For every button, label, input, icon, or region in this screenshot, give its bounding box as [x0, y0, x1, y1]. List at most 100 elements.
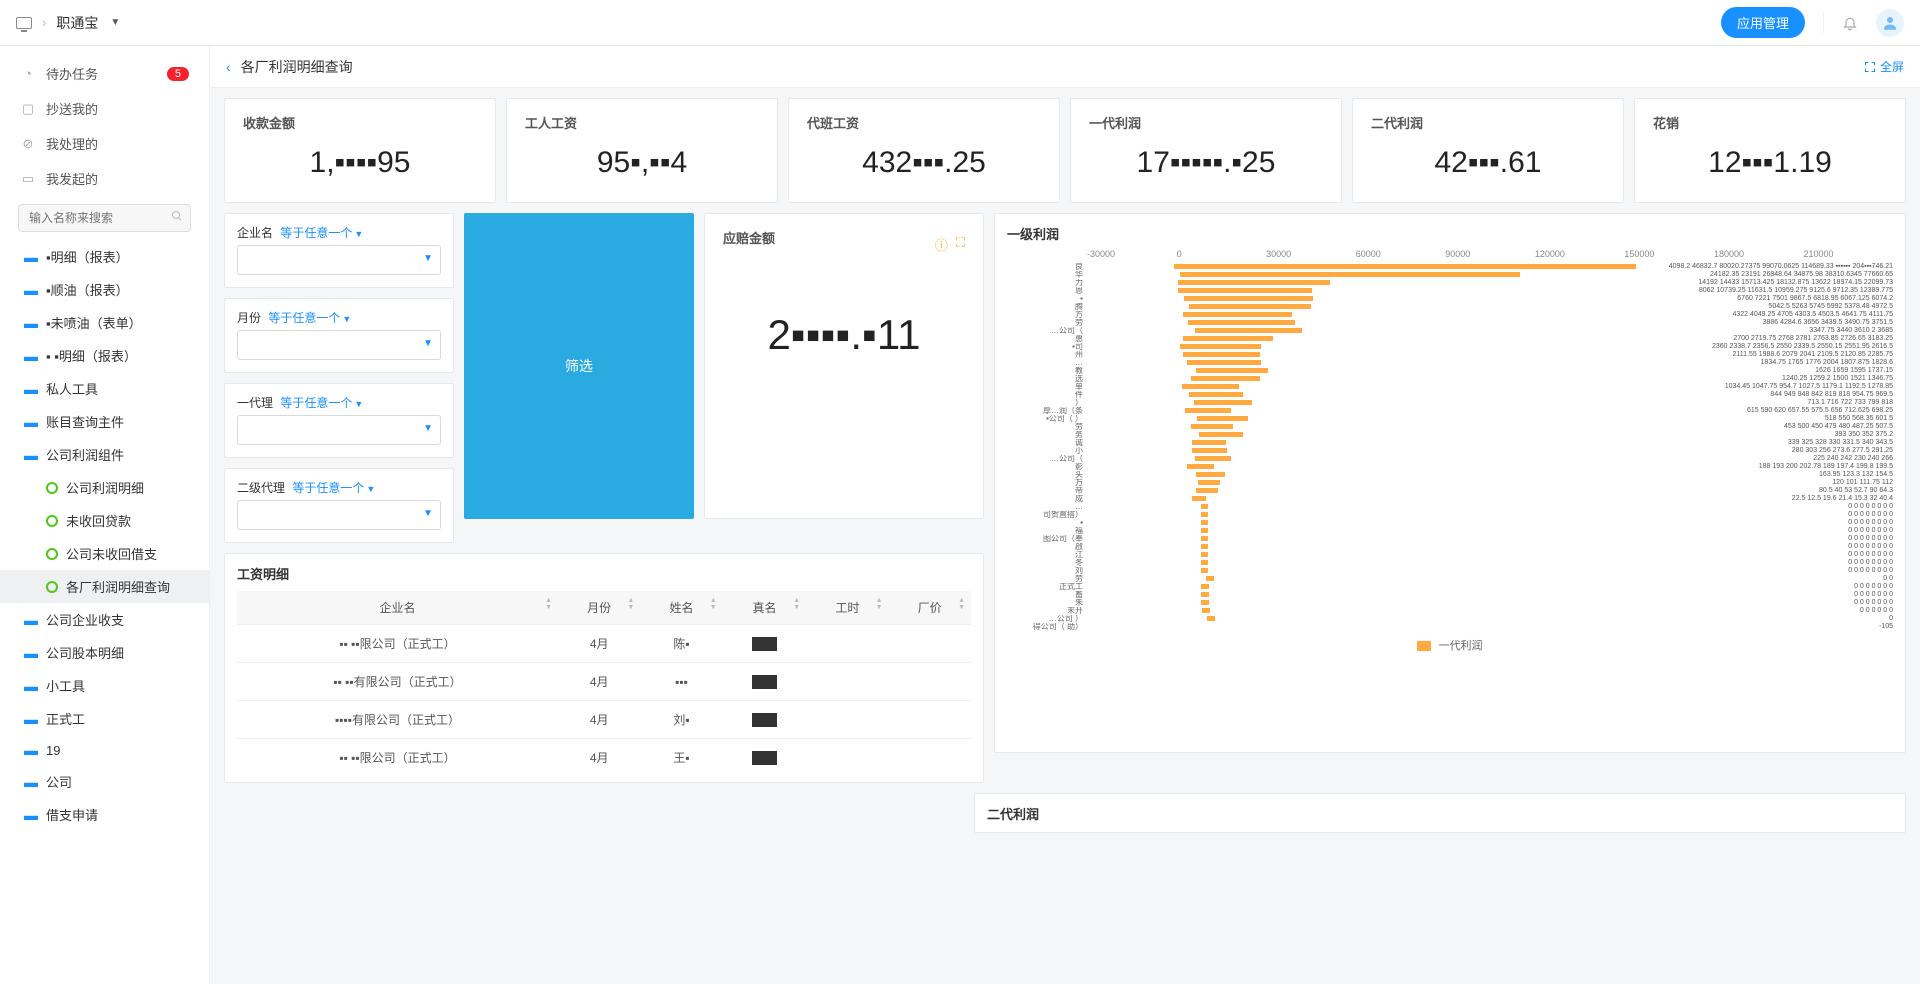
filter-button[interactable]: 筛选: [464, 213, 694, 519]
chart-bar: [1201, 560, 1209, 565]
chart-values: 844 949 948 842 819 818 954.75 969.5: [1770, 391, 1893, 399]
avatar[interactable]: [1876, 9, 1904, 37]
folder-icon: ▬: [24, 315, 38, 331]
folder-icon: ▬: [24, 711, 38, 727]
yingkui-card: 应赔金额 ⓘ ⛶ 2▪▪▪▪.▪11: [704, 213, 984, 519]
axis-tick: -30000: [1087, 249, 1177, 259]
folder-subitem[interactable]: 各厂利润明细查询: [0, 570, 209, 603]
folder-icon: ▬: [24, 774, 38, 790]
fullscreen-button[interactable]: 全屏: [1864, 58, 1904, 75]
nav-initiated[interactable]: ▭ 我发起的: [0, 161, 209, 196]
folder-subitem[interactable]: 未收回贷款: [0, 504, 209, 537]
chart-bar: [1201, 520, 1209, 525]
table-row[interactable]: ▪▪ ▪▪限公司（正式工）4月王▪▪▪: [237, 739, 971, 772]
table-header[interactable]: 企业名▲▼: [237, 591, 558, 625]
folder-icon: ▬: [24, 381, 38, 397]
filter-select[interactable]: [237, 330, 441, 360]
cell-company: ▪▪ ▪▪有限公司（正式工）: [237, 663, 558, 701]
folder-item[interactable]: ▬私人工具: [0, 372, 209, 405]
chart-bar: [1189, 392, 1243, 397]
chart-category: …: [1007, 359, 1087, 367]
chart-bar: [1199, 432, 1244, 437]
sort-icon: ▲▼: [710, 597, 717, 611]
folder-item[interactable]: ▬▪明细（报表）: [0, 240, 209, 273]
filter-label: 一代理 等于任意一个▼: [237, 394, 441, 411]
chart-values: 0 0 0 0 0 0 0: [1854, 583, 1893, 591]
chart-row: 江0 0 0 0 0 0 0 0: [1007, 551, 1893, 559]
folder-item[interactable]: ▬正式工: [0, 702, 209, 735]
table-header[interactable]: 月份▲▼: [558, 591, 640, 625]
folder-item[interactable]: ▬公司股本明细: [0, 636, 209, 669]
folder-item[interactable]: ▬公司: [0, 765, 209, 798]
bell-icon[interactable]: [1842, 15, 1858, 31]
app-name[interactable]: 职通宝: [56, 13, 98, 33]
search-input[interactable]: [18, 204, 191, 232]
chart-values: 14192 14433 15713.425 18132.875 13622 18…: [1698, 279, 1893, 287]
chart-row: …公司（3347.75 3440 3610 2 3685: [1007, 327, 1893, 335]
table-row[interactable]: ▪▪▪▪有限公司（正式工）4月刘▪▪▪: [237, 701, 971, 739]
caret-down-icon[interactable]: ▼: [110, 17, 120, 28]
caret-down-icon[interactable]: ▼: [423, 423, 433, 434]
folder-item[interactable]: ▬公司利润组件: [0, 438, 209, 471]
chart-values: 2360 2338.7 2356.5 2550 2339.5 2550.15 2…: [1712, 343, 1893, 351]
cell-company: ▪▪▪▪有限公司（正式工）: [237, 701, 558, 739]
filter-card: 月份 等于任意一个▼▼: [224, 298, 454, 373]
table-header[interactable]: 厂价▲▼: [889, 591, 971, 625]
folder-item[interactable]: ▬19: [0, 735, 209, 765]
chart-values: 280 303 256 273.6 277.5 291.25: [1792, 447, 1893, 455]
folder-item[interactable]: ▬▪未喷油（表单）: [0, 306, 209, 339]
folder-item[interactable]: ▬▪ ▪明细（报表）: [0, 339, 209, 372]
sort-icon: ▲▼: [958, 597, 965, 611]
folder-label: 小工具: [46, 676, 85, 695]
sidebar-search: [0, 196, 209, 240]
axis-tick: 0: [1177, 249, 1267, 259]
chart-row: ）713.1 716 722 733 799 818: [1007, 399, 1893, 407]
folder-item[interactable]: ▬借支申请: [0, 798, 209, 831]
folder-item[interactable]: ▬公司企业收支: [0, 603, 209, 636]
chart-values: 1626 1659 1595 1737.15: [1815, 367, 1893, 375]
table-row[interactable]: ▪▪ ▪▪有限公司（正式工）4月▪▪▪▪▪: [237, 663, 971, 701]
table-row[interactable]: ▪▪ ▪▪限公司（正式工）4月陈▪▪▪: [237, 625, 971, 663]
expand-icon[interactable]: ⛶: [956, 235, 965, 254]
caret-down-icon[interactable]: ▼: [423, 253, 433, 264]
cell-price: [889, 625, 971, 663]
axis-tick: 150000: [1624, 249, 1714, 259]
folder-label: ▪顺油（报表）: [46, 280, 129, 299]
table-header[interactable]: 真名▲▼: [723, 591, 807, 625]
chart-row: 华24182.35 23191 26848.64 34875.98 38310.…: [1007, 271, 1893, 279]
nav-cc-me[interactable]: ▢ 抄送我的: [0, 91, 209, 126]
chart-category: 得公司（ 助）: [1007, 623, 1087, 631]
chart-row: ▪0 0 0 0 0 0 0 0: [1007, 519, 1893, 527]
chart-bar: [1202, 608, 1210, 613]
chart-values: 453 500 450 479 480 487.25 507.5: [1784, 423, 1893, 431]
caret-down-icon[interactable]: ▼: [423, 338, 433, 349]
chart-category: 劳: [1007, 319, 1087, 327]
chart-bar: [1191, 424, 1233, 429]
filter-select[interactable]: [237, 415, 441, 445]
chart-row: 力14192 14433 15713.425 18132.875 13622 1…: [1007, 279, 1893, 287]
folder-subitem[interactable]: 公司未收回借支: [0, 537, 209, 570]
filter-select[interactable]: [237, 245, 441, 275]
chart-values: 188 193 200 202.78 189 197.4 199.8 199.5: [1759, 463, 1893, 471]
folder-subitem[interactable]: 公司利润明细: [0, 471, 209, 504]
table-header[interactable]: 姓名▲▼: [640, 591, 722, 625]
folder-item[interactable]: ▬小工具: [0, 669, 209, 702]
folder-item[interactable]: ▬账目查询主件: [0, 405, 209, 438]
back-arrow-icon[interactable]: ‹: [226, 59, 231, 75]
warning-icon[interactable]: ⓘ: [935, 235, 948, 254]
chart-category: 惠: [1007, 335, 1087, 343]
folder-item[interactable]: ▬▪顺油（报表）: [0, 273, 209, 306]
filter-button-label: 筛选: [565, 356, 593, 376]
chart-values: 0 0 0 0 0 0 0 0: [1848, 567, 1893, 575]
caret-down-icon[interactable]: ▼: [423, 508, 433, 519]
chart-bar: [1183, 336, 1273, 341]
kpi-label: 代班工资: [807, 113, 1041, 132]
chart-values: 0 0 0 0 0 0 0 0: [1848, 535, 1893, 543]
chart-values: 0 0 0 0 0 0 0 0: [1848, 503, 1893, 511]
filter-select[interactable]: [237, 500, 441, 530]
table-header[interactable]: 工时▲▼: [806, 591, 888, 625]
nav-pending-tasks[interactable]: ◔ 待办任务 5: [0, 56, 209, 91]
manage-app-button[interactable]: 应用管理: [1721, 7, 1805, 38]
topbar-actions: 应用管理: [1721, 7, 1904, 38]
nav-handled[interactable]: ⊘ 我处理的: [0, 126, 209, 161]
